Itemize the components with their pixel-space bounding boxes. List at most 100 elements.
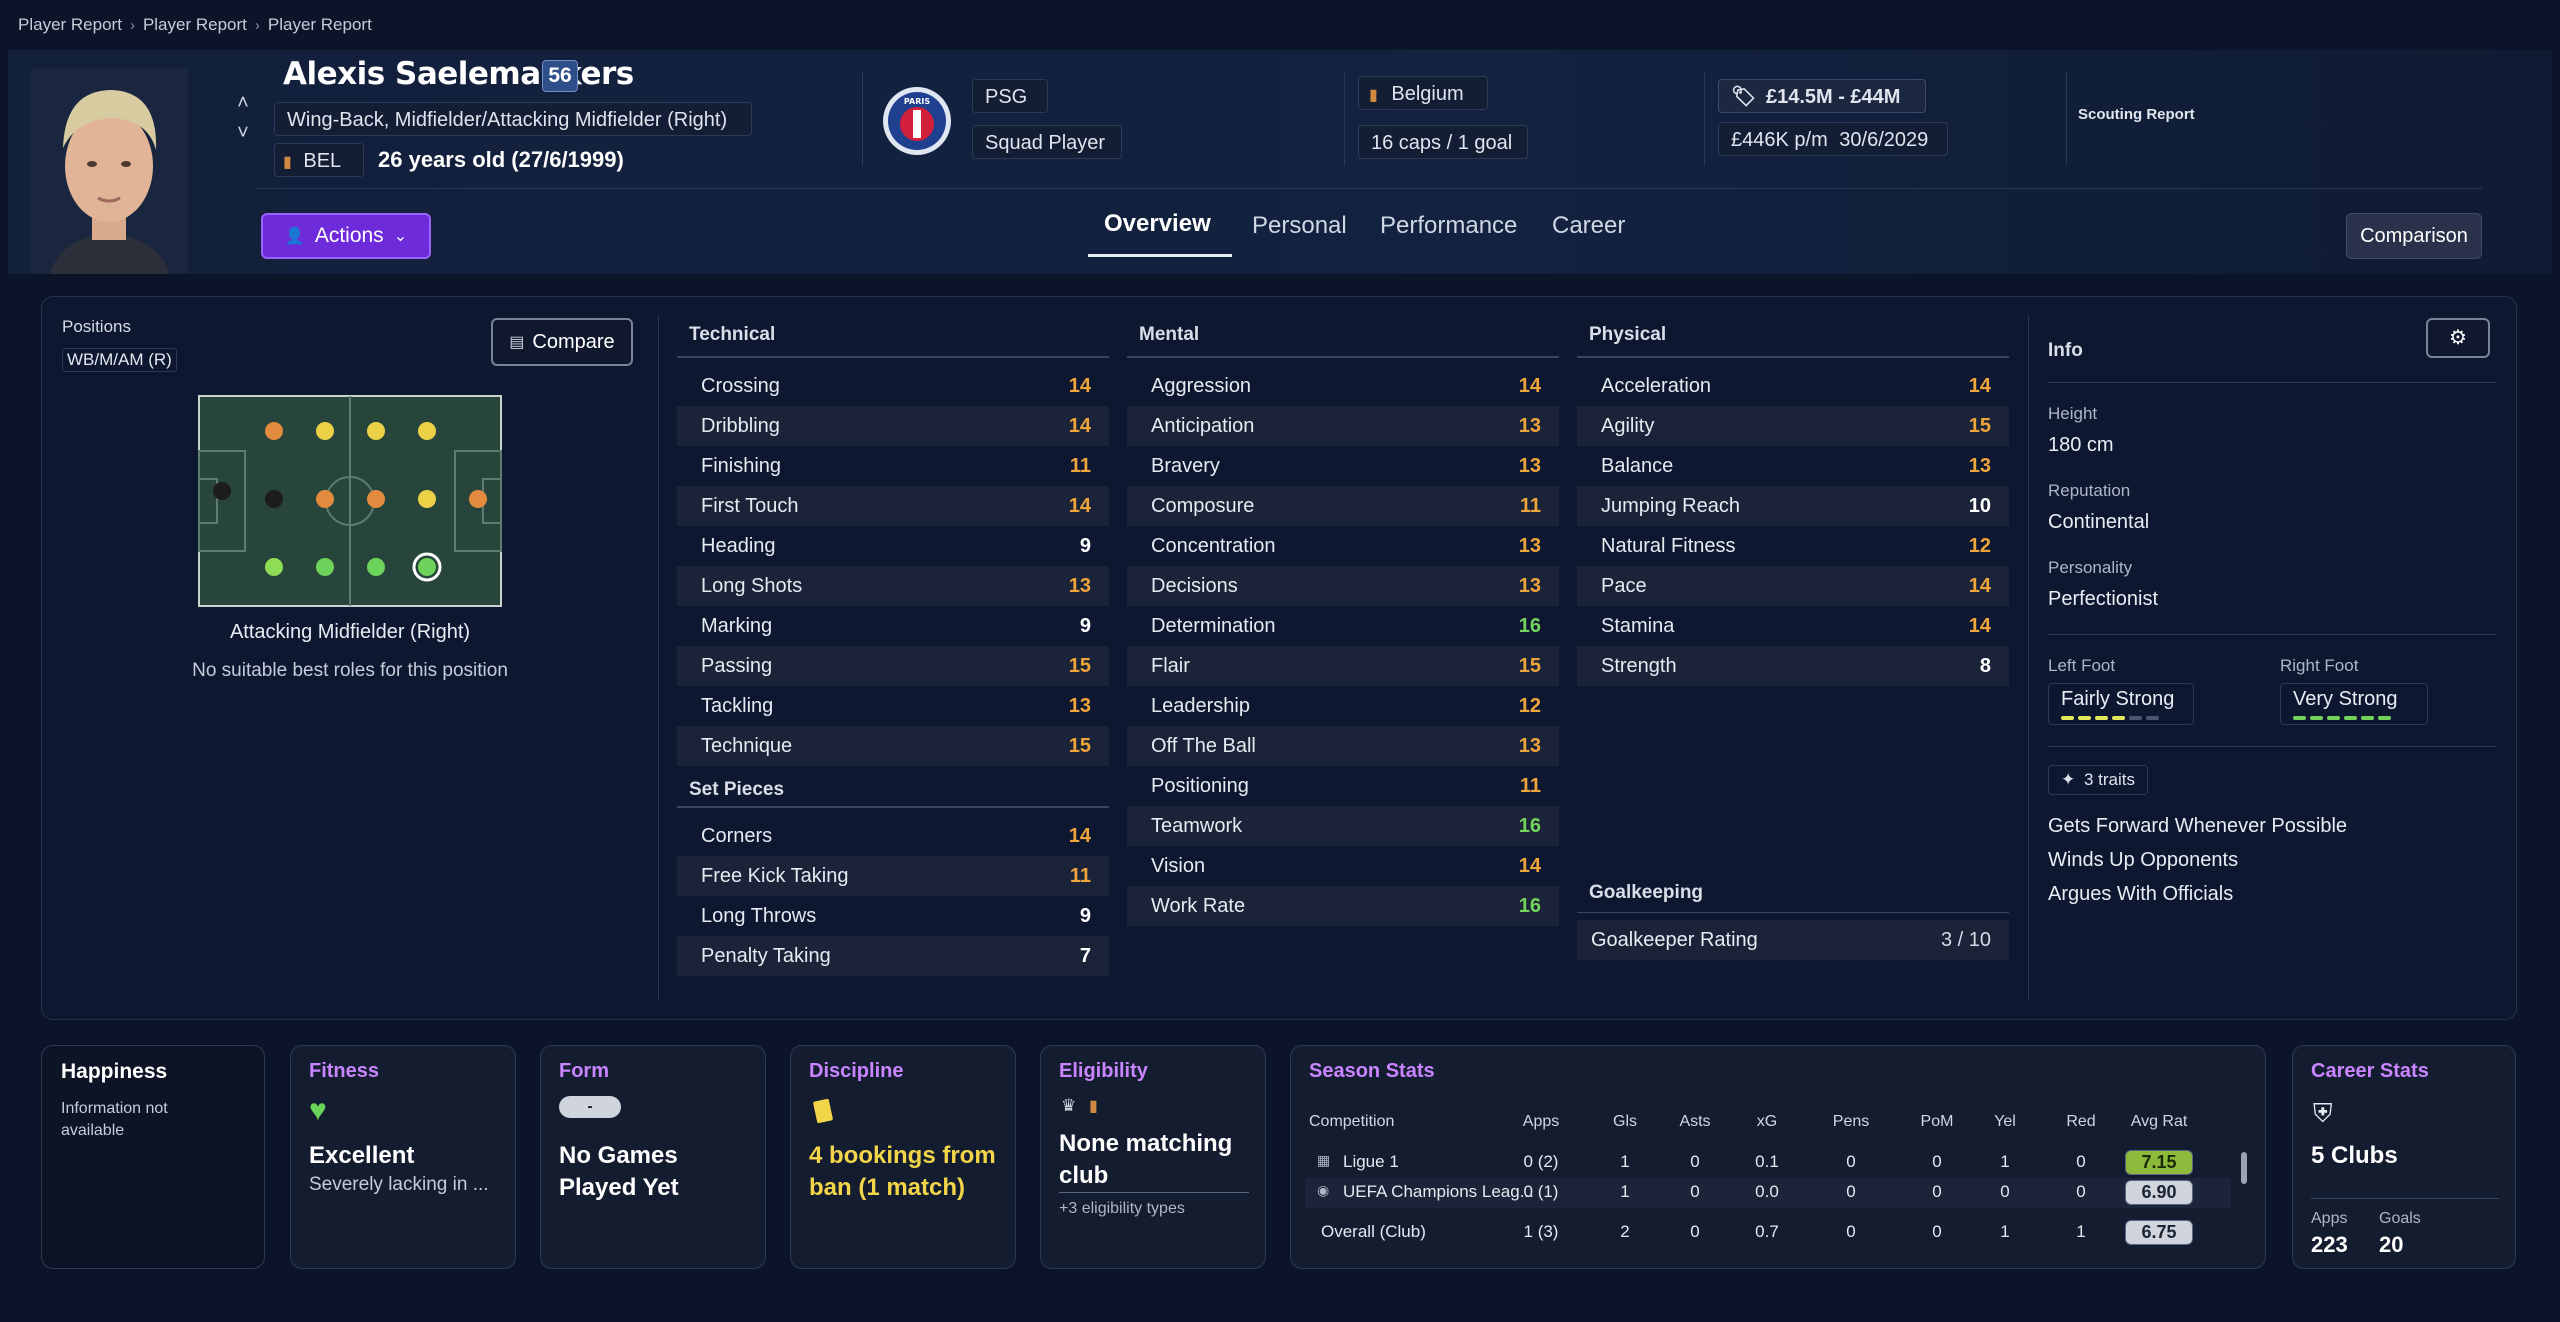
attribute-row[interactable]: First Touch 14 [677, 486, 1109, 526]
column-header[interactable]: Competition [1309, 1113, 1529, 1131]
attribute-row[interactable]: Stamina 14 [1577, 606, 2009, 646]
previous-player-chevron-up-icon[interactable]: ˄ [232, 92, 254, 114]
attribute-row[interactable]: Finishing 11 [677, 446, 1109, 486]
attribute-value: 11 [1069, 864, 1091, 887]
strength-segment [2095, 716, 2108, 720]
scouting-report-link[interactable]: Scouting Report [2078, 106, 2195, 123]
strength-segment [2146, 716, 2159, 720]
tab-overview[interactable]: Overview [1104, 210, 1211, 238]
career-stats-card[interactable]: Career Stats ⛨ 5 Clubs Apps 223 Goals 20 [2292, 1045, 2516, 1269]
breadcrumb-item[interactable]: Player Report [268, 15, 372, 35]
attribute-value: 11 [1519, 494, 1541, 517]
divider [2048, 746, 2496, 747]
attribute-value: 12 [1518, 694, 1541, 717]
attribute-name: Leadership [1151, 694, 1250, 717]
fitness-note: Severely lacking in ... [309, 1174, 489, 1195]
attribute-row[interactable]: Natural Fitness 12 [1577, 526, 2009, 566]
pitch-position-map[interactable] [198, 395, 502, 607]
attribute-row[interactable]: Composure 11 [1127, 486, 1559, 526]
attribute-row[interactable]: Corners 14 [677, 816, 1109, 856]
attribute-row[interactable]: Pace 14 [1577, 566, 2009, 606]
scrollbar-thumb[interactable] [2241, 1152, 2247, 1184]
attribute-name: Flair [1151, 654, 1190, 677]
flag-icon: ▮ [283, 154, 292, 171]
attribute-row[interactable]: Long Throws 9 [677, 896, 1109, 936]
club-name[interactable]: PSG [972, 79, 1048, 113]
fitness-card[interactable]: Fitness ♥ Excellent Severely lacking in … [290, 1045, 516, 1269]
traits-badge[interactable]: ✦ 3 traits [2048, 765, 2149, 795]
goalkeeper-rating-label: Goalkeeper Rating [1591, 928, 1758, 951]
nation-pill[interactable]: ▮ Belgium [1358, 76, 1488, 110]
attribute-row[interactable]: Dribbling 14 [677, 406, 1109, 446]
attribute-row[interactable]: Decisions 13 [1127, 566, 1559, 606]
next-player-chevron-down-icon[interactable]: ˅ [232, 122, 254, 144]
attribute-row[interactable]: Leadership 12 [1127, 686, 1559, 726]
column-header[interactable]: Pens [1821, 1113, 1881, 1131]
form-card[interactable]: Form - No Games Played Yet [540, 1045, 766, 1269]
attribute-name: Jumping Reach [1601, 494, 1740, 517]
attribute-row[interactable]: Anticipation 13 [1127, 406, 1559, 446]
attribute-row[interactable]: Aggression 14 [1127, 366, 1559, 406]
tab-career[interactable]: Career [1552, 212, 1625, 240]
attribute-row[interactable]: Penalty Taking 7 [677, 936, 1109, 976]
attribute-row[interactable]: Jumping Reach 10 [1577, 486, 2009, 526]
attribute-row[interactable]: Vision 14 [1127, 846, 1559, 886]
attribute-row[interactable]: Crossing 14 [677, 366, 1109, 406]
tab-performance[interactable]: Performance [1380, 212, 1517, 240]
attribute-row[interactable]: Positioning 11 [1127, 766, 1559, 806]
strength-segment [2378, 716, 2391, 720]
attribute-row[interactable]: Flair 15 [1127, 646, 1559, 686]
attribute-row[interactable]: Bravery 13 [1127, 446, 1559, 486]
tab-personal[interactable]: Personal [1252, 212, 1347, 240]
actions-button[interactable]: 👤 Actions ⌄ [261, 213, 431, 259]
attribute-row[interactable]: Determination 16 [1127, 606, 1559, 646]
attribute-row[interactable]: Work Rate 16 [1127, 886, 1559, 926]
compare-button[interactable]: ▤ Compare [491, 318, 633, 366]
attribute-value: 14 [1068, 824, 1091, 847]
right-foot-box: Very Strong [2280, 683, 2428, 725]
attribute-row[interactable]: Passing 15 [677, 646, 1109, 686]
attribute-row[interactable]: Acceleration 14 [1577, 366, 2009, 406]
attribute-value: 15 [1968, 414, 1991, 437]
breadcrumb: Player Report › Player Report › Player R… [18, 15, 372, 35]
column-header[interactable]: Gls [1595, 1113, 1655, 1131]
season-stats-card[interactable]: Season Stats Competition Apps Gls Asts xG Pen… [1290, 1045, 2266, 1269]
attribute-row[interactable]: Free Kick Taking 11 [677, 856, 1109, 896]
shield-icon: ⛨ [2313, 1098, 2333, 1128]
club-crest-icon[interactable]: PARIS [882, 86, 952, 156]
breadcrumb-item[interactable]: Player Report [18, 15, 122, 35]
attribute-name: Technique [701, 734, 793, 757]
column-header[interactable]: Apps [1506, 1113, 1576, 1131]
attribute-row[interactable]: Tackling 13 [677, 686, 1109, 726]
eligibility-card[interactable]: Eligibility ♛ ▮ None matching club +3 el… [1040, 1045, 1266, 1269]
column-header[interactable]: Asts [1665, 1113, 1725, 1131]
attribute-row[interactable]: Off The Ball 13 [1127, 726, 1559, 766]
attribute-name: Natural Fitness [1601, 534, 1736, 557]
column-header[interactable]: Avg Rat [2114, 1113, 2204, 1131]
attribute-row[interactable]: Teamwork 16 [1127, 806, 1559, 846]
transfer-value-pill[interactable]: 🏷 £14.5M - £44M [1718, 79, 1926, 113]
attribute-row[interactable]: Technique 15 [677, 726, 1109, 766]
discipline-card[interactable]: Discipline 4 bookings from ban (1 match) [790, 1045, 1016, 1269]
attribute-row[interactable]: Heading 9 [677, 526, 1109, 566]
attribute-value: 16 [1518, 894, 1541, 917]
attribute-row[interactable]: Strength 8 [1577, 646, 2009, 686]
chevron-right-icon: › [254, 16, 260, 34]
stat-cell: 1 (3) [1523, 1222, 1559, 1241]
attribute-row[interactable]: Long Shots 13 [677, 566, 1109, 606]
attribute-name: Long Throws [701, 904, 817, 927]
breadcrumb-item[interactable]: Player Report [143, 15, 247, 35]
column-header[interactable]: Yel [1975, 1113, 2035, 1131]
column-header[interactable]: Red [2051, 1113, 2111, 1131]
settings-icon[interactable]: ⚙ [2426, 318, 2490, 358]
attribute-row[interactable]: Concentration 13 [1127, 526, 1559, 566]
happiness-card[interactable]: Happiness Information not available [41, 1045, 265, 1269]
attribute-row[interactable]: Agility 15 [1577, 406, 2009, 446]
stat-cell: 0 [1690, 1152, 1700, 1171]
comparison-button[interactable]: Comparison [2346, 213, 2482, 259]
attribute-row[interactable]: Balance 13 [1577, 446, 2009, 486]
column-header[interactable]: PoM [1907, 1113, 1967, 1131]
reputation-label: Reputation [2048, 481, 2131, 500]
attribute-row[interactable]: Marking 9 [677, 606, 1109, 646]
column-header[interactable]: xG [1737, 1113, 1797, 1131]
